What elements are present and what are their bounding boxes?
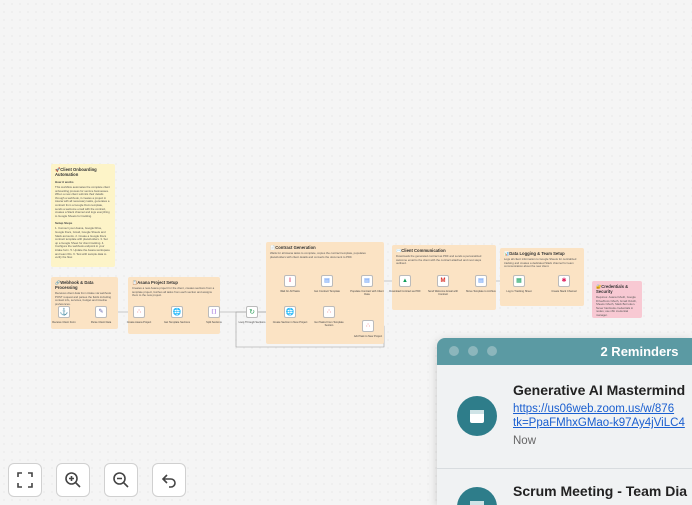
note-overview-setup-body: 1. Connect your Asana, Google Drive, Goo…: [55, 226, 110, 260]
slack-icon: ✱: [561, 278, 567, 284]
note-asana-title: 📋Asana Project Setup: [132, 280, 178, 285]
pause-icon: ‖: [288, 278, 292, 284]
node-label-loop: Loop Through Sections: [238, 321, 266, 324]
document-icon: ▤: [364, 278, 370, 284]
note-credentials[interactable]: 🔐Credentials & Security Requires: Asana …: [592, 281, 642, 318]
zoom-out-icon: [113, 472, 129, 488]
note-credentials-body: Requires: Asana OAuth, Google Drive/Docs…: [596, 295, 637, 317]
loop-icon: ↻: [249, 308, 255, 316]
undo-icon: [161, 474, 176, 488]
node-label-slack: Create Slack Channel: [551, 290, 577, 293]
gsheets-node[interactable]: ▦: [513, 275, 525, 287]
note-logging-body: Logs all client information to Google Sh…: [504, 257, 577, 269]
http-template-node[interactable]: 🌐: [171, 306, 183, 318]
reminders-title: 2 Reminders: [600, 344, 679, 359]
note-overview-how-title: How it works: [55, 180, 74, 184]
calendar-icon: [457, 396, 497, 436]
gdrive-download-node[interactable]: ▲: [399, 275, 411, 287]
node-label-move: Move Template to Archive: [466, 290, 496, 293]
zoom-in-button[interactable]: [56, 463, 90, 497]
note-overview[interactable]: 🚀Client Onboarding Automation How it wor…: [51, 164, 115, 267]
gmail-icon: M: [440, 278, 446, 284]
note-contract-body: Waits for all Asana tasks to complete, c…: [270, 251, 366, 259]
node-label-template-sections: Get Template Sections: [163, 321, 191, 324]
loop-node[interactable]: ↻: [246, 306, 258, 318]
asana-icon: ∴: [366, 323, 370, 329]
node-label-log: Log to Tracking Sheet: [506, 290, 532, 293]
document-icon: ▤: [324, 278, 330, 284]
gdocs-template-node[interactable]: ▤: [321, 275, 333, 287]
node-label-create-project: Create Asana Project: [126, 321, 152, 324]
reminder-item[interactable]: Scrum Meeting - Team Dia: [437, 469, 692, 505]
note-communication-body: Downloads the generated contract as PDF …: [396, 254, 482, 266]
note-contract-title: 📄Contract Generation: [270, 245, 316, 250]
globe-icon: 🌐: [285, 308, 295, 316]
reminder-title: Generative AI Mastermind: [513, 382, 686, 398]
slack-node[interactable]: ✱: [558, 275, 570, 287]
node-label-contract-template: Get Contract Template: [314, 290, 340, 293]
calendar-icon: [457, 487, 497, 505]
document-icon: ▤: [478, 278, 484, 284]
asana-get-tasks-node[interactable]: ∴: [323, 306, 335, 318]
node-label-wait: Wait for All Tasks: [280, 290, 300, 293]
split-icon: ⟦⟧: [211, 308, 217, 315]
gdocs-populate-node[interactable]: ▤: [361, 275, 373, 287]
note-webhook-body: Receives client data from intake via web…: [55, 291, 112, 306]
reminders-titlebar[interactable]: 2 Reminders: [437, 338, 692, 365]
note-overview-how-body: This workflow automates the complete cli…: [55, 185, 110, 218]
zoom-in-icon: [65, 472, 81, 488]
reminder-link-continued[interactable]: tk=PpaFMhxGMao-k97Ay4jViLC4: [513, 416, 685, 430]
note-overview-setup-title: Setup Steps: [55, 221, 73, 226]
note-communication-title: ✉️Client Communication: [396, 248, 446, 253]
node-label-receive: Receive Client Form: [52, 321, 76, 324]
node-label-split: Split Sections: [206, 321, 222, 324]
asana-icon: ∴: [137, 309, 141, 315]
node-label-send-email: Send Welcome Email with Contract: [427, 290, 459, 296]
node-label-download: Download Contract as PDF: [389, 290, 421, 293]
zoom-out-button[interactable]: [104, 463, 138, 497]
undo-button[interactable]: [152, 463, 186, 497]
google-drive-icon: ▲: [402, 278, 408, 284]
asana-icon: ∴: [327, 309, 331, 315]
asana-add-task-node[interactable]: ∴: [362, 320, 374, 332]
globe-icon: 🌐: [172, 308, 182, 316]
gmail-node[interactable]: M: [437, 275, 449, 287]
fit-view-icon: [17, 472, 33, 488]
reminders-window[interactable]: 2 Reminders Generative AI Mastermind htt…: [437, 338, 692, 505]
asana-create-node[interactable]: ∴: [133, 306, 145, 318]
webhook-node[interactable]: ⚓: [58, 306, 70, 318]
http-create-section-node[interactable]: 🌐: [284, 306, 296, 318]
node-label-get-tasks: Get Tasks From Template Section: [314, 321, 344, 327]
parse-node[interactable]: ✎: [95, 306, 107, 318]
reminder-link[interactable]: https://us06web.zoom.us/w/876: [513, 402, 674, 416]
webhook-icon: ⚓: [59, 308, 69, 316]
spreadsheet-icon: ▦: [516, 278, 522, 284]
node-label-create-section: Create Section in New Project: [272, 321, 308, 324]
wait-node[interactable]: ‖: [284, 275, 296, 287]
note-logging-title: 📊Data Logging & Team Setup: [504, 251, 565, 256]
reminder-title: Scrum Meeting - Team Dia: [513, 483, 688, 499]
note-asana-body: Creates a new Asana project for the clie…: [132, 286, 215, 298]
reminder-time: Now: [513, 435, 537, 447]
fit-view-button[interactable]: [8, 463, 42, 497]
split-node[interactable]: ⟦⟧: [208, 306, 220, 318]
node-label-populate: Populate Contract with Client Data: [350, 290, 384, 296]
gdocs-move-node[interactable]: ▤: [475, 275, 487, 287]
node-label-parse: Parse Client Data: [90, 321, 112, 324]
reminder-item[interactable]: Generative AI Mastermind https://us06web…: [437, 365, 692, 460]
note-credentials-title: 🔐Credentials & Security: [596, 284, 629, 294]
pencil-icon: ✎: [98, 309, 104, 315]
note-webhook-title: 🔗Webhook & Data Processing: [55, 280, 94, 290]
node-label-add-task: Add Task to New Project: [353, 335, 383, 338]
note-overview-title: 🚀Client Onboarding Automation: [55, 167, 97, 177]
